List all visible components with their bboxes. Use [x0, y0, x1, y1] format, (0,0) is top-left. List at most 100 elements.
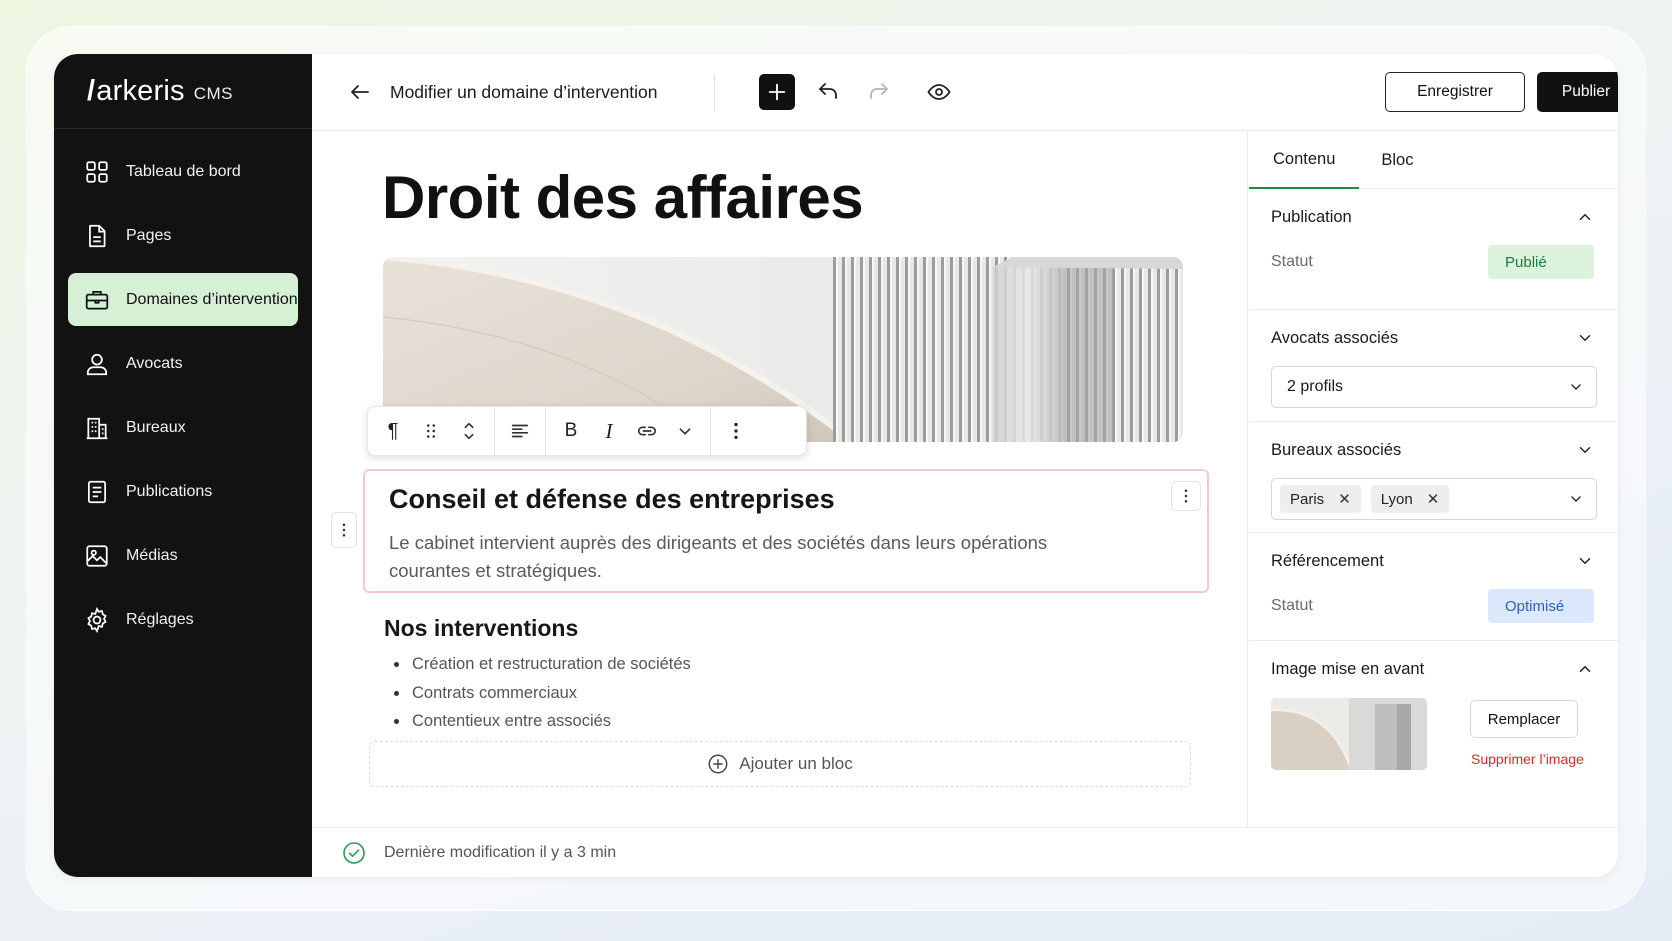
- undo-icon: [819, 83, 837, 99]
- brand-logo-slash: /: [87, 74, 96, 107]
- block-drag-handle[interactable]: [331, 512, 357, 548]
- brand: /arkeris CMS: [54, 54, 312, 129]
- status-badge: Publié: [1488, 245, 1594, 279]
- back-button[interactable]: [342, 74, 378, 110]
- sidebar-item-lawyers[interactable]: Avocats: [68, 337, 298, 390]
- gear-icon: [87, 606, 107, 633]
- document-title[interactable]: Droit des affaires: [382, 163, 864, 232]
- chevron-up-icon: [1579, 214, 1591, 220]
- seo-section: Référencement Statut Optimisé: [1249, 533, 1618, 641]
- lawyers-select-value: 2 profils: [1287, 378, 1344, 395]
- section-title: Référencement: [1271, 551, 1384, 570]
- lawyers-select[interactable]: 2 profils: [1271, 366, 1597, 408]
- office-chip-label: Lyon: [1380, 490, 1413, 508]
- undo-button[interactable]: [810, 74, 846, 110]
- lawyers-section: Avocats associés 2 profils: [1249, 310, 1618, 422]
- save-button[interactable]: Enregistrer: [1385, 72, 1525, 112]
- drag-dots-icon: [426, 424, 436, 438]
- sidebar-item-pages[interactable]: Pages: [68, 209, 298, 262]
- chevron-down-icon: [1571, 496, 1581, 502]
- list-item: Création et restructuration de sociétés: [394, 650, 691, 679]
- block-toolbar: ¶ B I: [367, 406, 807, 456]
- office-chip: Paris ✕: [1280, 485, 1361, 513]
- publication-status-row: Statut Publié: [1249, 245, 1618, 279]
- page-title: Modifier un domaine d’intervention: [390, 81, 658, 102]
- kebab-menu-icon: [734, 422, 738, 440]
- options-group: [711, 407, 761, 455]
- section-heading[interactable]: Nos interventions: [384, 615, 578, 642]
- add-block-placeholder[interactable]: Ajouter un bloc: [369, 741, 1191, 787]
- remove-chip-icon[interactable]: ✕: [1427, 490, 1440, 508]
- sidebar-item-settings[interactable]: Réglages: [68, 593, 298, 646]
- replace-image-button[interactable]: Remplacer: [1470, 700, 1578, 738]
- sidebar: /arkeris CMS Tableau de bord Pages Domai…: [54, 54, 312, 877]
- tab-block[interactable]: Bloc: [1359, 131, 1437, 189]
- bold-button[interactable]: B: [552, 412, 590, 450]
- sidebar-item-label: Tableau de bord: [126, 162, 241, 180]
- featured-image-header[interactable]: Image mise en avant: [1249, 641, 1618, 697]
- block-type-group: ¶: [368, 407, 495, 455]
- office-chip: Lyon ✕: [1370, 485, 1450, 513]
- align-button[interactable]: [501, 412, 539, 450]
- check-circle-icon: [343, 841, 365, 864]
- image-icon: [86, 544, 108, 567]
- featured-image-thumbnail[interactable]: [1271, 698, 1427, 770]
- redo-button[interactable]: [861, 74, 897, 110]
- user-icon: [86, 353, 108, 375]
- preview-button[interactable]: [921, 74, 957, 110]
- lawyers-header[interactable]: Avocats associés: [1249, 310, 1618, 366]
- alignment-group: [495, 407, 546, 455]
- block-paragraph[interactable]: Le cabinet intervient auprès des dirigea…: [389, 529, 1089, 585]
- italic-button[interactable]: I: [590, 412, 628, 450]
- document-icon: [89, 224, 106, 247]
- block-heading[interactable]: Conseil et défense des entreprises: [389, 484, 835, 515]
- paragraph-type-button[interactable]: ¶: [374, 412, 412, 450]
- settings-panel: Contenu Bloc Publication Statut Publié A…: [1249, 131, 1618, 827]
- block-menu-button[interactable]: [1171, 481, 1201, 511]
- sidebar-item-label: Médias: [126, 546, 178, 564]
- chevron-down-icon: [679, 428, 691, 435]
- more-format-button[interactable]: [666, 412, 704, 450]
- publish-button[interactable]: Publier: [1537, 72, 1618, 112]
- move-block-button[interactable]: [450, 412, 488, 450]
- sidebar-item-label: Bureaux: [126, 418, 186, 436]
- chevron-down-icon: [1579, 447, 1591, 453]
- list-document-icon: [88, 480, 106, 503]
- chevron-down-icon: [1579, 558, 1591, 564]
- sidebar-nav: Tableau de bord Pages Domaines d’interve…: [54, 129, 312, 646]
- drag-block-button[interactable]: [412, 412, 450, 450]
- sidebar-item-label: Domaines d’intervention: [126, 290, 298, 308]
- sidebar-item-label: Publications: [126, 482, 213, 500]
- link-button[interactable]: [628, 412, 666, 450]
- bullet-list[interactable]: Création et restructuration de sociétés …: [394, 650, 691, 736]
- sidebar-item-label: Avocats: [126, 354, 183, 372]
- sidebar-item-practice-areas[interactable]: Domaines d’intervention: [68, 273, 298, 326]
- seo-header[interactable]: Référencement: [1249, 533, 1618, 589]
- link-icon: [637, 426, 657, 436]
- briefcase-icon: [85, 290, 109, 310]
- dashboard-grid-icon: [86, 160, 108, 183]
- redo-icon: [870, 83, 888, 99]
- sidebar-item-label: Réglages: [126, 610, 194, 628]
- add-block-button[interactable]: [759, 74, 795, 110]
- section-title: Publication: [1271, 207, 1352, 226]
- format-group: B I: [546, 407, 711, 455]
- selected-text-block[interactable]: Conseil et défense des entreprises Le ca…: [363, 469, 1209, 593]
- status-label: Statut: [1271, 597, 1313, 614]
- sidebar-item-dashboard[interactable]: Tableau de bord: [68, 145, 298, 198]
- offices-multiselect[interactable]: Paris ✕ Lyon ✕: [1271, 478, 1597, 520]
- tab-content[interactable]: Contenu: [1249, 131, 1360, 189]
- section-title: Image mise en avant: [1271, 659, 1425, 678]
- sidebar-item-offices[interactable]: Bureaux: [68, 401, 298, 454]
- publication-header[interactable]: Publication: [1249, 189, 1618, 245]
- delete-image-link[interactable]: Supprimer l’image: [1471, 751, 1584, 767]
- sidebar-item-media[interactable]: Médias: [68, 529, 298, 582]
- remove-chip-icon[interactable]: ✕: [1338, 490, 1351, 508]
- kebab-menu-icon: [342, 523, 346, 537]
- block-options-button[interactable]: [717, 412, 755, 450]
- building-icon: [86, 417, 108, 439]
- publication-section: Publication Statut Publié: [1249, 189, 1618, 310]
- sidebar-item-publications[interactable]: Publications: [68, 465, 298, 518]
- seo-status-badge: Optimisé: [1488, 589, 1594, 623]
- offices-header[interactable]: Bureaux associés: [1249, 422, 1618, 478]
